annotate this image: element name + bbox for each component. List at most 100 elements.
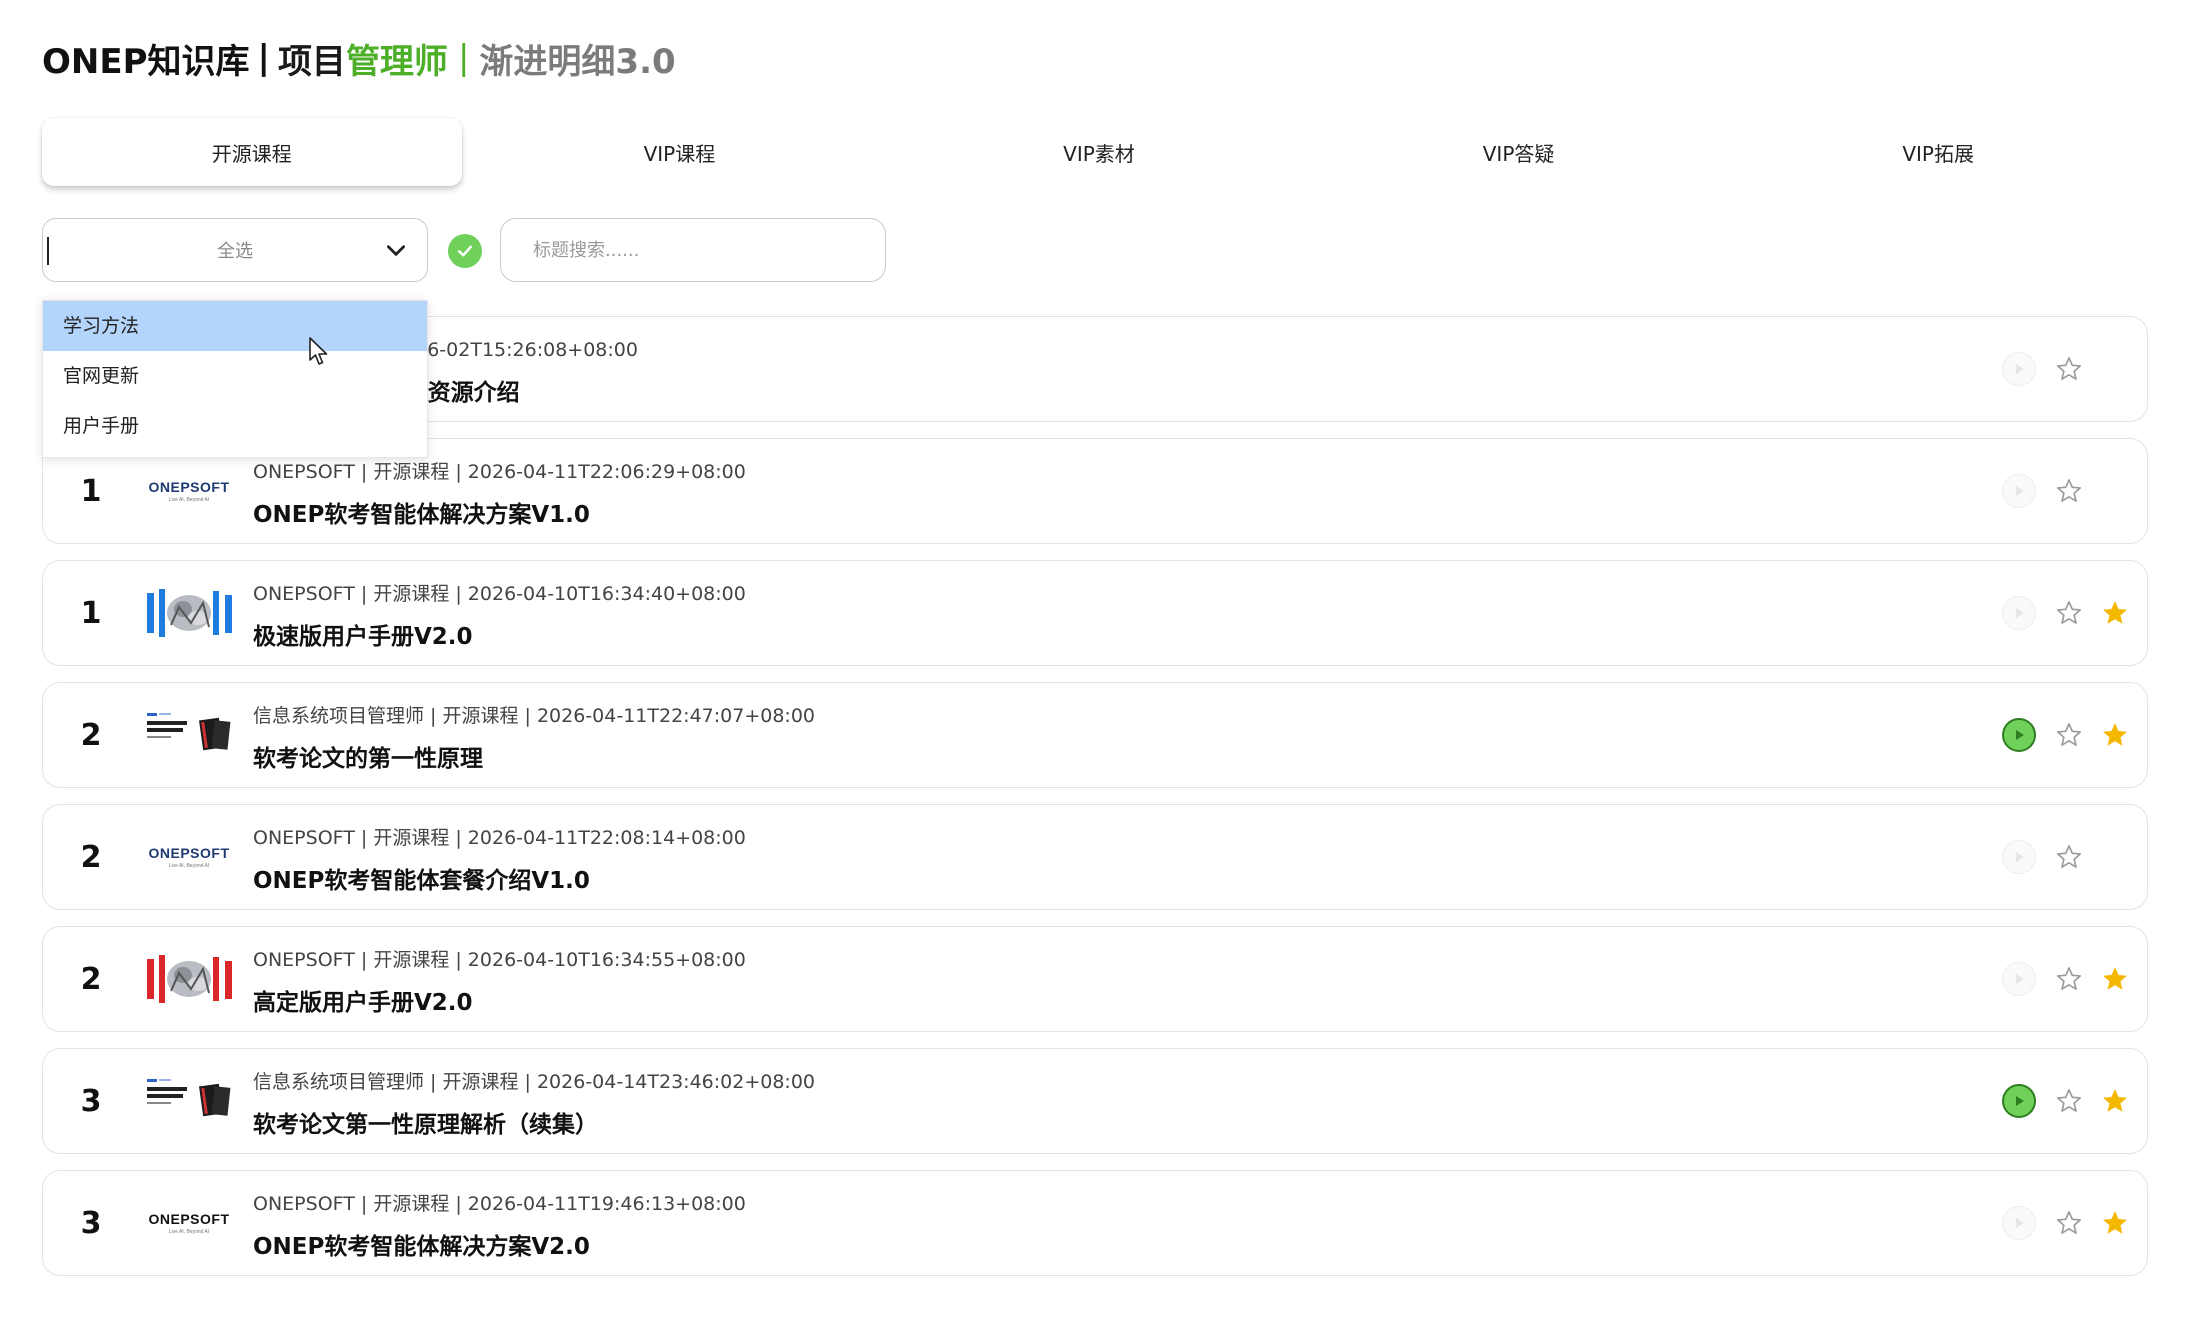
dropdown-option-user-manual[interactable]: 用户手册 bbox=[43, 401, 427, 451]
star-outline-icon[interactable] bbox=[2049, 837, 2089, 877]
tab-label: VIP课程 bbox=[643, 141, 716, 166]
course-thumbnail: ONEPSOFT Live AI, Beyond AI bbox=[141, 461, 237, 521]
star-outline-icon[interactable] bbox=[2049, 715, 2089, 755]
course-row[interactable]: 3 ONEPSOFT Live AI, Beyond AI ONEPSOFT | 开源… bbox=[42, 1170, 2148, 1276]
title-part-gray: 渐进明细3.0 bbox=[479, 41, 676, 82]
star-filled-icon[interactable] bbox=[2095, 1081, 2135, 1121]
onepsoft-logo: ONEPSOFT Live AI, Beyond AI bbox=[148, 479, 229, 503]
manual-cover-image bbox=[143, 585, 235, 641]
category-dropdown: 学习方法 官网更新 用户手册 bbox=[42, 300, 428, 458]
course-row[interactable]: 3 信息系统项目管理师 | 开源课程 | 2026-04-14T23:46:02+… bbox=[42, 1048, 2148, 1154]
dropdown-option-study-method[interactable]: 学习方法 bbox=[43, 301, 427, 351]
logo-subtext: Live AI, Beyond AI bbox=[168, 1229, 210, 1235]
select-value: 全选 bbox=[217, 241, 253, 262]
star-filled-icon[interactable] bbox=[2095, 959, 2135, 999]
play-icon[interactable] bbox=[2002, 596, 2036, 630]
course-meta: 信息系统项目管理师 | 开源课程 | 2026-04-11T22:47:07+0… bbox=[253, 705, 815, 727]
course-title[interactable]: ONEP软考智能体套餐介绍V1.0 bbox=[253, 861, 590, 895]
course-title[interactable]: ONEP软考智能体解决方案V2.0 bbox=[253, 1227, 590, 1261]
logo-subtext: Live AI, Beyond AI bbox=[168, 497, 210, 503]
course-meta: ONEPSOFT | 开源课程 | 2026-04-10T16:34:40+08… bbox=[253, 583, 746, 605]
page: ONEP知识库 | 项目 管理师 | 渐进明细3.0 开源课程 VIP课程 VI… bbox=[0, 0, 2186, 1324]
course-meta: ONEPSOFT | 开源课程 | 2026-04-10T16:34:55+08… bbox=[253, 949, 746, 971]
course-meta: ONEPSOFT | 开源课程 | 2026-04-11T22:08:14+08… bbox=[253, 827, 746, 849]
course-title[interactable]: 软考论文第一性原理解析（续集） bbox=[253, 1105, 598, 1139]
course-thumbnail: ONEPSOFT Live AI, Beyond AI bbox=[141, 1193, 237, 1253]
course-meta: ONEPSOFT | 开源课程 | 2026-04-11T19:46:13+08… bbox=[253, 1193, 746, 1215]
course-row[interactable]: 2 ONEPSOFT | 开源课程 | 2026-04-10T16:34:55+0… bbox=[42, 926, 2148, 1032]
title-part-green: 管理师 bbox=[345, 41, 448, 82]
course-thumbnail bbox=[141, 1071, 237, 1131]
play-icon[interactable] bbox=[2002, 718, 2036, 752]
tab-vip-courses[interactable]: VIP课程 bbox=[470, 118, 890, 186]
course-thumbnail: ONEPSOFT Live AI, Beyond AI bbox=[141, 827, 237, 887]
book-cover-image bbox=[143, 707, 235, 763]
tab-vip-extension[interactable]: VIP拓展 bbox=[1728, 118, 2148, 186]
play-icon[interactable] bbox=[2002, 1084, 2036, 1118]
play-icon[interactable] bbox=[2002, 474, 2036, 508]
star-outline-icon[interactable] bbox=[2049, 349, 2089, 389]
tab-label: VIP答疑 bbox=[1482, 141, 1555, 166]
check-circle-icon[interactable] bbox=[448, 234, 482, 268]
star-outline-shape bbox=[2056, 967, 2082, 990]
play-triangle-icon bbox=[2016, 1218, 2024, 1228]
mouse-cursor-icon bbox=[309, 337, 328, 365]
star-outline-icon[interactable] bbox=[2049, 959, 2089, 999]
star-filled-shape bbox=[2103, 967, 2127, 990]
course-meta: 信息系统项目管理师 | 开源课程 | 2026-04-14T23:46:02+0… bbox=[253, 1071, 815, 1093]
course-title[interactable]: 高定版用户手册V2.0 bbox=[253, 983, 473, 1017]
tab-vip-materials[interactable]: VIP素材 bbox=[889, 118, 1309, 186]
manual-cover-image bbox=[143, 951, 235, 1007]
star-filled-icon[interactable] bbox=[2095, 715, 2135, 755]
play-icon[interactable] bbox=[2002, 1206, 2036, 1240]
tab-label: VIP素材 bbox=[1063, 141, 1135, 166]
star-filled-shape bbox=[2103, 1089, 2127, 1112]
star-filled-icon[interactable] bbox=[2095, 1203, 2135, 1243]
title-search-input[interactable] bbox=[500, 218, 886, 282]
star-filled-icon[interactable] bbox=[2095, 593, 2135, 633]
course-thumbnail bbox=[141, 949, 237, 1009]
tab-bar: 开源课程 VIP课程 VIP素材 VIP答疑 VIP拓展 bbox=[42, 118, 2148, 186]
star-outline-icon[interactable] bbox=[2049, 1203, 2089, 1243]
chevron-down-icon bbox=[387, 245, 405, 256]
star-outline-icon[interactable] bbox=[2049, 1081, 2089, 1121]
course-title[interactable]: ONEP软考智能体解决方案V1.0 bbox=[253, 495, 590, 529]
logo-subtext: Live AI, Beyond AI bbox=[168, 863, 210, 869]
play-triangle-icon bbox=[2016, 974, 2024, 984]
play-triangle-icon bbox=[2016, 608, 2024, 618]
app-title: ONEP知识库 | 项目 管理师 | 渐进明细3.0 bbox=[42, 30, 676, 86]
category-select[interactable]: 全选 bbox=[42, 218, 428, 282]
app-brand: ONEP知识库 bbox=[42, 41, 250, 82]
row-number: 2 bbox=[80, 961, 102, 997]
play-triangle-icon bbox=[2016, 730, 2024, 740]
course-row[interactable]: 2 信息系统项目管理师 | 开源课程 | 2026-04-11T22:47:07+… bbox=[42, 682, 2148, 788]
logo-text: ONEPSOFT bbox=[148, 1211, 230, 1227]
star-outline-shape bbox=[2056, 845, 2082, 868]
course-meta: ONEPSOFT | 开源课程 | 2026-04-11T22:06:29+08… bbox=[253, 461, 746, 483]
course-title[interactable]: 极速版用户手册V2.0 bbox=[253, 617, 473, 651]
star-outline-shape bbox=[2056, 479, 2082, 502]
course-row[interactable]: 2 ONEPSOFT Live AI, Beyond AI ONEPSOFT | 开源… bbox=[42, 804, 2148, 910]
tab-label: VIP拓展 bbox=[1902, 141, 1974, 166]
tab-open-courses[interactable]: 开源课程 bbox=[42, 118, 462, 186]
play-icon[interactable] bbox=[2002, 352, 2036, 386]
course-title[interactable]: 软考论文的第一性原理 bbox=[253, 739, 483, 773]
course-row[interactable]: 1 ONEPSOFT | 开源课程 | 2026-04-10T16:34:40+0… bbox=[42, 560, 2148, 666]
star-outline-shape bbox=[2056, 601, 2082, 624]
star-outline-icon[interactable] bbox=[2049, 471, 2089, 511]
play-triangle-icon bbox=[2016, 486, 2024, 496]
star-outline-shape bbox=[2056, 357, 2082, 380]
tab-vip-qa[interactable]: VIP答疑 bbox=[1309, 118, 1729, 186]
play-icon[interactable] bbox=[2002, 840, 2036, 874]
star-outline-icon[interactable] bbox=[2049, 593, 2089, 633]
course-thumbnail bbox=[141, 705, 237, 765]
tab-label: 开源课程 bbox=[211, 141, 292, 166]
logo-text: ONEPSOFT bbox=[148, 479, 230, 495]
star-filled-shape bbox=[2103, 1211, 2127, 1234]
play-icon[interactable] bbox=[2002, 962, 2036, 996]
logo-text: ONEPSOFT bbox=[148, 845, 230, 861]
title-separator-2: | bbox=[457, 38, 470, 78]
star-outline-shape bbox=[2056, 1089, 2082, 1112]
dropdown-option-site-updates[interactable]: 官网更新 bbox=[43, 351, 427, 401]
onepsoft-logo: ONEPSOFT Live AI, Beyond AI bbox=[148, 1211, 229, 1235]
